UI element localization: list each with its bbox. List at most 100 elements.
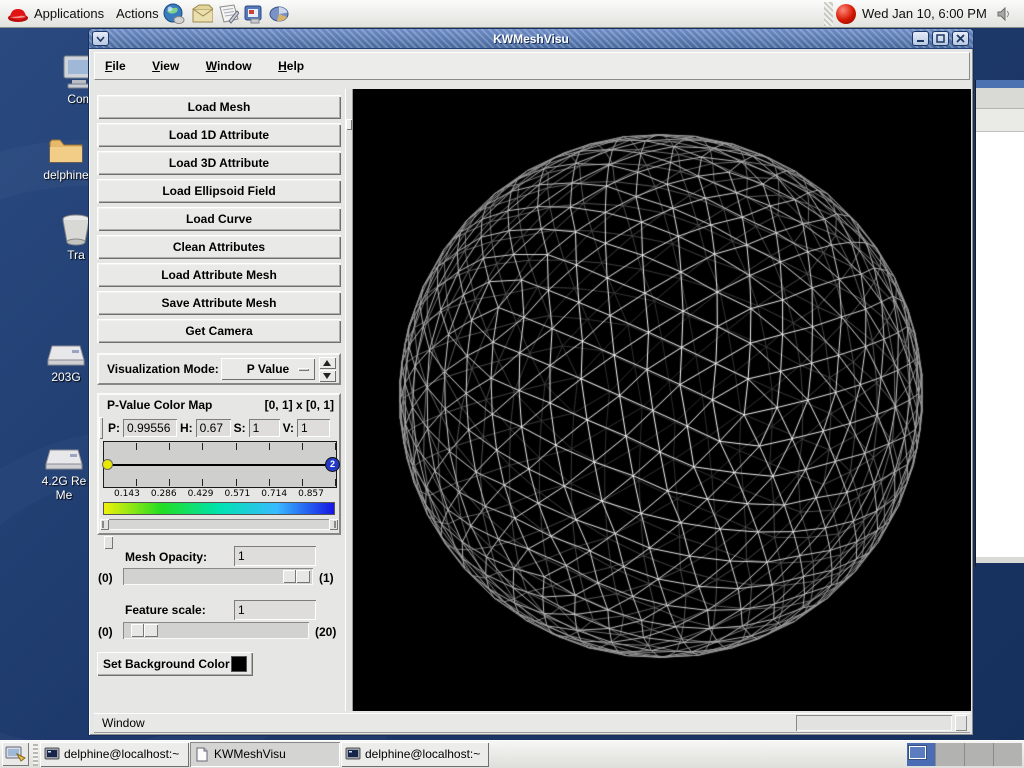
tick-label: 0.286 — [151, 489, 177, 499]
colormap-tick — [335, 443, 336, 450]
render-viewport[interactable] — [353, 89, 971, 711]
colormap-tick — [103, 443, 104, 450]
set-background-color-button[interactable]: Set Background Color — [97, 652, 253, 676]
sash-grip[interactable] — [104, 536, 113, 549]
email-launcher-icon[interactable] — [191, 3, 213, 25]
task-label: KWMeshVisu — [214, 747, 286, 761]
colormap-node-end[interactable]: 2 — [325, 457, 340, 472]
close-icon — [954, 33, 967, 44]
task-label: delphine@localhost:~ — [365, 747, 480, 761]
colormap-tick — [236, 479, 237, 486]
chart-launcher-icon[interactable] — [268, 3, 290, 25]
status-progress-bar — [796, 715, 952, 731]
writer-launcher-icon[interactable] — [217, 3, 239, 25]
mesh-opacity-label: Mesh Opacity: — [125, 550, 207, 564]
panel-clock[interactable]: Wed Jan 10, 6:00 PM — [862, 0, 987, 27]
mesh-opacity-entry[interactable]: 1 — [234, 546, 316, 566]
panel-sash[interactable] — [345, 89, 353, 711]
colormap-gradient-bar — [103, 502, 335, 515]
opacity-min-label: (0) — [98, 571, 113, 585]
v-label: V: — [283, 421, 294, 435]
speaker-icon[interactable] — [997, 7, 1012, 21]
top-panel: Applications Actions — [0, 0, 1024, 28]
workspace-switcher — [907, 743, 1022, 766]
minimize-icon — [914, 33, 927, 44]
taskbar: delphine@localhost:~ KWMeshVisu delphine… — [0, 740, 1024, 768]
drive-icon — [44, 446, 84, 472]
visualization-mode-value: P Value — [247, 362, 289, 376]
colormap-scrollbar[interactable] — [100, 519, 338, 530]
background-window[interactable] — [975, 80, 1024, 567]
arrow-down-icon — [323, 373, 331, 379]
colormap-tick — [169, 443, 170, 450]
scrollbar-left-cap[interactable] — [100, 519, 109, 530]
visualization-mode-label: Visualization Mode: — [107, 355, 219, 383]
option-menu-indicator — [298, 368, 309, 371]
feature-scale-slider[interactable] — [123, 622, 309, 639]
alert-notification-icon[interactable] — [836, 4, 856, 24]
mode-spinner-down[interactable] — [319, 370, 336, 382]
h-value-field[interactable]: 0.67 — [196, 419, 231, 437]
feature-scale-thumb[interactable] — [131, 624, 158, 637]
menu-help[interactable]: Help — [278, 53, 304, 79]
redhat-menu-icon[interactable] — [7, 5, 29, 27]
web-browser-launcher-icon[interactable] — [163, 3, 185, 25]
p-value-field[interactable]: 0.99556 — [123, 419, 177, 437]
menu-view[interactable]: View — [152, 53, 179, 79]
maximize-button[interactable] — [932, 31, 949, 46]
load-curve-button[interactable]: Load Curve — [97, 207, 341, 231]
task-button-terminal-1[interactable]: delphine@localhost:~ — [40, 742, 189, 767]
mesh-opacity-slider[interactable] — [123, 568, 313, 585]
workspace-2[interactable] — [936, 743, 965, 766]
save-attribute-mesh-button[interactable]: Save Attribute Mesh — [97, 291, 341, 315]
tick-label: 0.714 — [261, 489, 287, 499]
workspace-4[interactable] — [994, 743, 1022, 766]
sash-handle[interactable] — [346, 119, 352, 130]
visualization-mode-dropdown[interactable]: P Value — [221, 358, 315, 380]
close-button[interactable] — [952, 31, 969, 46]
h-label: H: — [180, 421, 193, 435]
menubar: File View Window Help — [94, 52, 970, 80]
workspace-1[interactable] — [907, 743, 936, 766]
status-resize-grip[interactable] — [955, 715, 967, 731]
feature-scale-entry[interactable]: 1 — [234, 600, 316, 620]
mesh-canvas[interactable] — [353, 89, 971, 711]
load-ellipsoid-field-button[interactable]: Load Ellipsoid Field — [97, 179, 341, 203]
tick-label: 0.857 — [298, 489, 324, 499]
get-camera-button[interactable]: Get Camera — [97, 319, 341, 343]
background-color-swatch — [231, 656, 247, 672]
background-window-footer — [976, 557, 1024, 563]
taskbar-grip[interactable] — [33, 743, 38, 766]
task-button-kwmeshvisu[interactable]: KWMeshVisu — [190, 742, 340, 767]
minimize-button[interactable] — [912, 31, 929, 46]
kwmeshvisu-window: KWMeshVisu File View Window Help Load Me… — [88, 28, 974, 736]
menu-file[interactable]: File — [105, 53, 126, 79]
load-1d-attribute-button[interactable]: Load 1D Attribute — [97, 123, 341, 147]
load-3d-attribute-button[interactable]: Load 3D Attribute — [97, 151, 341, 175]
mode-spinner-up[interactable] — [319, 357, 336, 369]
titlebar[interactable]: KWMeshVisu — [89, 29, 973, 49]
v-value-field[interactable]: 1 — [297, 419, 330, 437]
load-mesh-button[interactable]: Load Mesh — [97, 95, 341, 119]
mesh-opacity-thumb[interactable] — [283, 570, 310, 583]
colormap-range: [0, 1] x [0, 1] — [265, 398, 334, 412]
s-value-field[interactable]: 1 — [249, 419, 280, 437]
tick-label: 0.429 — [188, 489, 214, 499]
show-desktop-button[interactable] — [2, 742, 29, 766]
window-title: KWMeshVisu — [89, 29, 973, 49]
menu-window[interactable]: Window — [206, 53, 252, 79]
applications-menu[interactable]: Applications — [34, 0, 104, 27]
colormap-tick — [302, 479, 303, 486]
panel-grip[interactable] — [824, 2, 833, 26]
colormap-node-start[interactable] — [102, 459, 113, 470]
clean-attributes-button[interactable]: Clean Attributes — [97, 235, 341, 259]
actions-menu[interactable]: Actions — [116, 0, 159, 27]
workspace-window-thumb — [909, 746, 926, 759]
load-attribute-mesh-button[interactable]: Load Attribute Mesh — [97, 263, 341, 287]
impress-launcher-icon[interactable] — [243, 3, 265, 25]
workspace-3[interactable] — [965, 743, 994, 766]
task-button-terminal-2[interactable]: delphine@localhost:~ — [341, 742, 489, 767]
colormap-slider[interactable]: 2 — [103, 441, 337, 488]
scrollbar-right-cap[interactable] — [329, 519, 338, 530]
screen: Com delphine Tra 203G 4.2G ReMe — [0, 0, 1024, 768]
